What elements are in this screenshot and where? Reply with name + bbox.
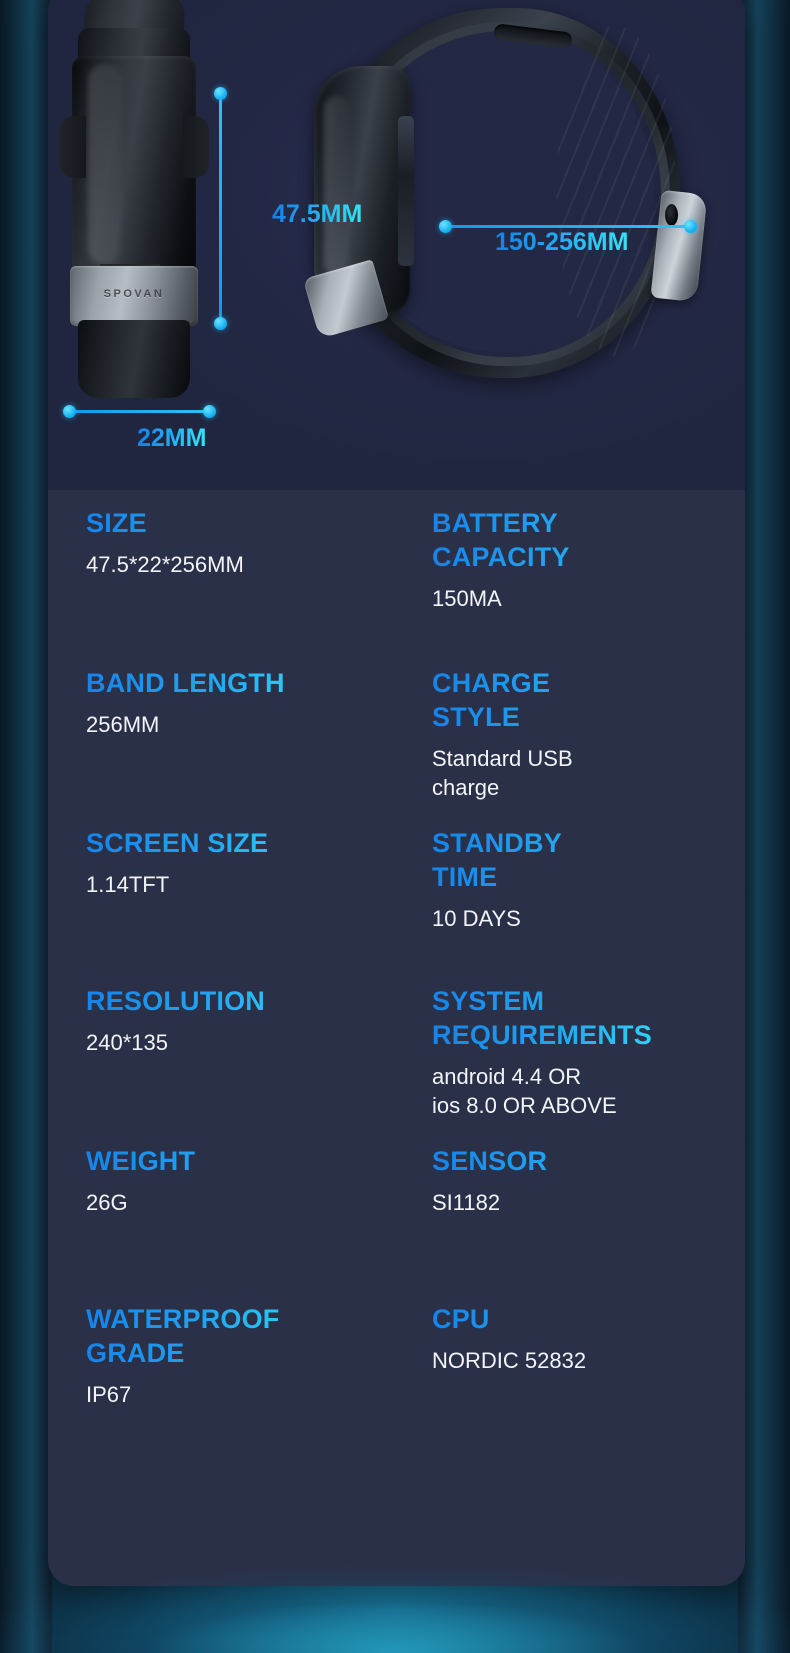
spec-label-standby-time: STANDBY TIME <box>432 826 744 894</box>
spec-label-waterproof-grade: WATERPROOF GRADE <box>86 1302 396 1370</box>
spec-label-battery-capacity: BATTERY CAPACITY <box>432 506 744 574</box>
spec-cell-cpu: CPU NORDIC 52832 <box>396 1302 744 1409</box>
dimension-dot-height-top <box>214 87 227 100</box>
spec-cell-screen-size: SCREEN SIZE 1.14TFT <box>48 826 396 933</box>
spec-label-screen-size: SCREEN SIZE <box>86 826 396 860</box>
spec-label-sensor: SENSOR <box>432 1144 744 1178</box>
spec-value-band-length: 256MM <box>86 712 160 738</box>
spec-cell-sensor: SENSOR SI1182 <box>396 1144 744 1217</box>
dimension-dot-width-right <box>203 405 216 418</box>
dimension-label-width: 22MM <box>137 424 207 452</box>
dimension-line-height <box>219 94 222 324</box>
band-side-view-image <box>298 0 718 396</box>
brand-logo-text: SPOVAN <box>103 288 165 300</box>
band-front-view-image: SPOVAN <box>60 0 209 398</box>
spec-cell-waterproof-grade: WATERPROOF GRADE IP67 <box>48 1302 396 1409</box>
spec-label-charge-style: CHARGE STYLE <box>432 666 744 734</box>
spec-cell-standby-time: STANDBY TIME 10 DAYS <box>396 826 744 933</box>
spec-value-standby-time: 10 DAYS <box>432 906 521 932</box>
specification-table: SIZE 47.5*22*256MM BATTERY CAPACITY 150M… <box>48 490 745 1586</box>
spec-cell-size: SIZE 47.5*22*256MM <box>48 506 396 613</box>
spec-cell-weight: WEIGHT 26G <box>48 1144 396 1217</box>
spec-value-screen-size: 1.14TFT <box>86 872 170 898</box>
dimension-label-height: 47.5MM <box>272 200 363 228</box>
band-body-gloss <box>88 64 122 264</box>
spec-row: SIZE 47.5*22*256MM BATTERY CAPACITY 150M… <box>48 506 745 613</box>
dimension-dot-width-left <box>63 405 76 418</box>
spec-label-resolution: RESOLUTION <box>86 984 396 1018</box>
spec-value-resolution: 240*135 <box>86 1030 168 1056</box>
band-buckle <box>650 189 708 303</box>
spec-row: SCREEN SIZE 1.14TFT STANDBY TIME 10 DAYS <box>48 826 745 933</box>
left-edge-glow <box>0 0 52 1653</box>
spec-cell-system-requirements: SYSTEM REQUIREMENTS android 4.4 OR ios 8… <box>396 984 744 1120</box>
dimension-label-band-range: 150-256MM <box>495 228 629 256</box>
spec-label-band-length: BAND LENGTH <box>86 666 396 700</box>
band-right-ear <box>183 116 209 178</box>
spec-value-cpu: NORDIC 52832 <box>432 1348 587 1374</box>
spec-value-waterproof-grade: IP67 <box>86 1382 132 1408</box>
spec-label-system-requirements: SYSTEM REQUIREMENTS <box>432 984 744 1052</box>
spec-row: BAND LENGTH 256MM CHARGE STYLE Standard … <box>48 666 745 802</box>
spec-cell-battery-capacity: BATTERY CAPACITY 150MA <box>396 506 744 613</box>
spec-value-weight: 26G <box>86 1190 128 1216</box>
spec-label-cpu: CPU <box>432 1302 744 1336</box>
band-pin-hole <box>665 204 678 226</box>
spec-cell-charge-style: CHARGE STYLE Standard USB charge <box>396 666 744 802</box>
spec-row: WEIGHT 26G SENSOR SI1182 <box>48 1144 745 1217</box>
spec-row: WATERPROOF GRADE IP67 CPU NORDIC 52832 <box>48 1302 745 1409</box>
spec-label-weight: WEIGHT <box>86 1144 396 1178</box>
dimension-line-width <box>70 410 210 413</box>
spec-value-charge-style: Standard USB charge <box>432 746 573 801</box>
band-left-ear <box>60 116 86 178</box>
dimension-dot-band-left <box>439 220 452 233</box>
spec-value-size: 47.5*22*256MM <box>86 552 244 578</box>
band-screen-edge <box>398 116 414 266</box>
spec-card: SPOVAN 47.5MM 22MM 150-256MM SIZE 47.5*2… <box>48 0 745 1586</box>
band-head-gloss <box>324 96 350 276</box>
spec-value-battery-capacity: 150MA <box>432 586 502 612</box>
right-edge-glow <box>738 0 790 1653</box>
spec-label-size: SIZE <box>86 506 396 540</box>
band-strap-bottom <box>78 320 190 398</box>
spec-cell-band-length: BAND LENGTH 256MM <box>48 666 396 802</box>
spec-value-system-requirements: android 4.4 OR ios 8.0 OR ABOVE <box>432 1064 617 1119</box>
product-spec-page: SPOVAN 47.5MM 22MM 150-256MM SIZE 47.5*2… <box>0 0 790 1653</box>
spec-row: RESOLUTION 240*135 SYSTEM REQUIREMENTS a… <box>48 984 745 1120</box>
spec-cell-resolution: RESOLUTION 240*135 <box>48 984 396 1120</box>
spec-value-sensor: SI1182 <box>432 1190 501 1216</box>
dimension-dot-band-right <box>684 220 697 233</box>
product-hero-image: SPOVAN 47.5MM 22MM 150-256MM <box>48 0 745 490</box>
dimension-dot-height-bottom <box>214 317 227 330</box>
